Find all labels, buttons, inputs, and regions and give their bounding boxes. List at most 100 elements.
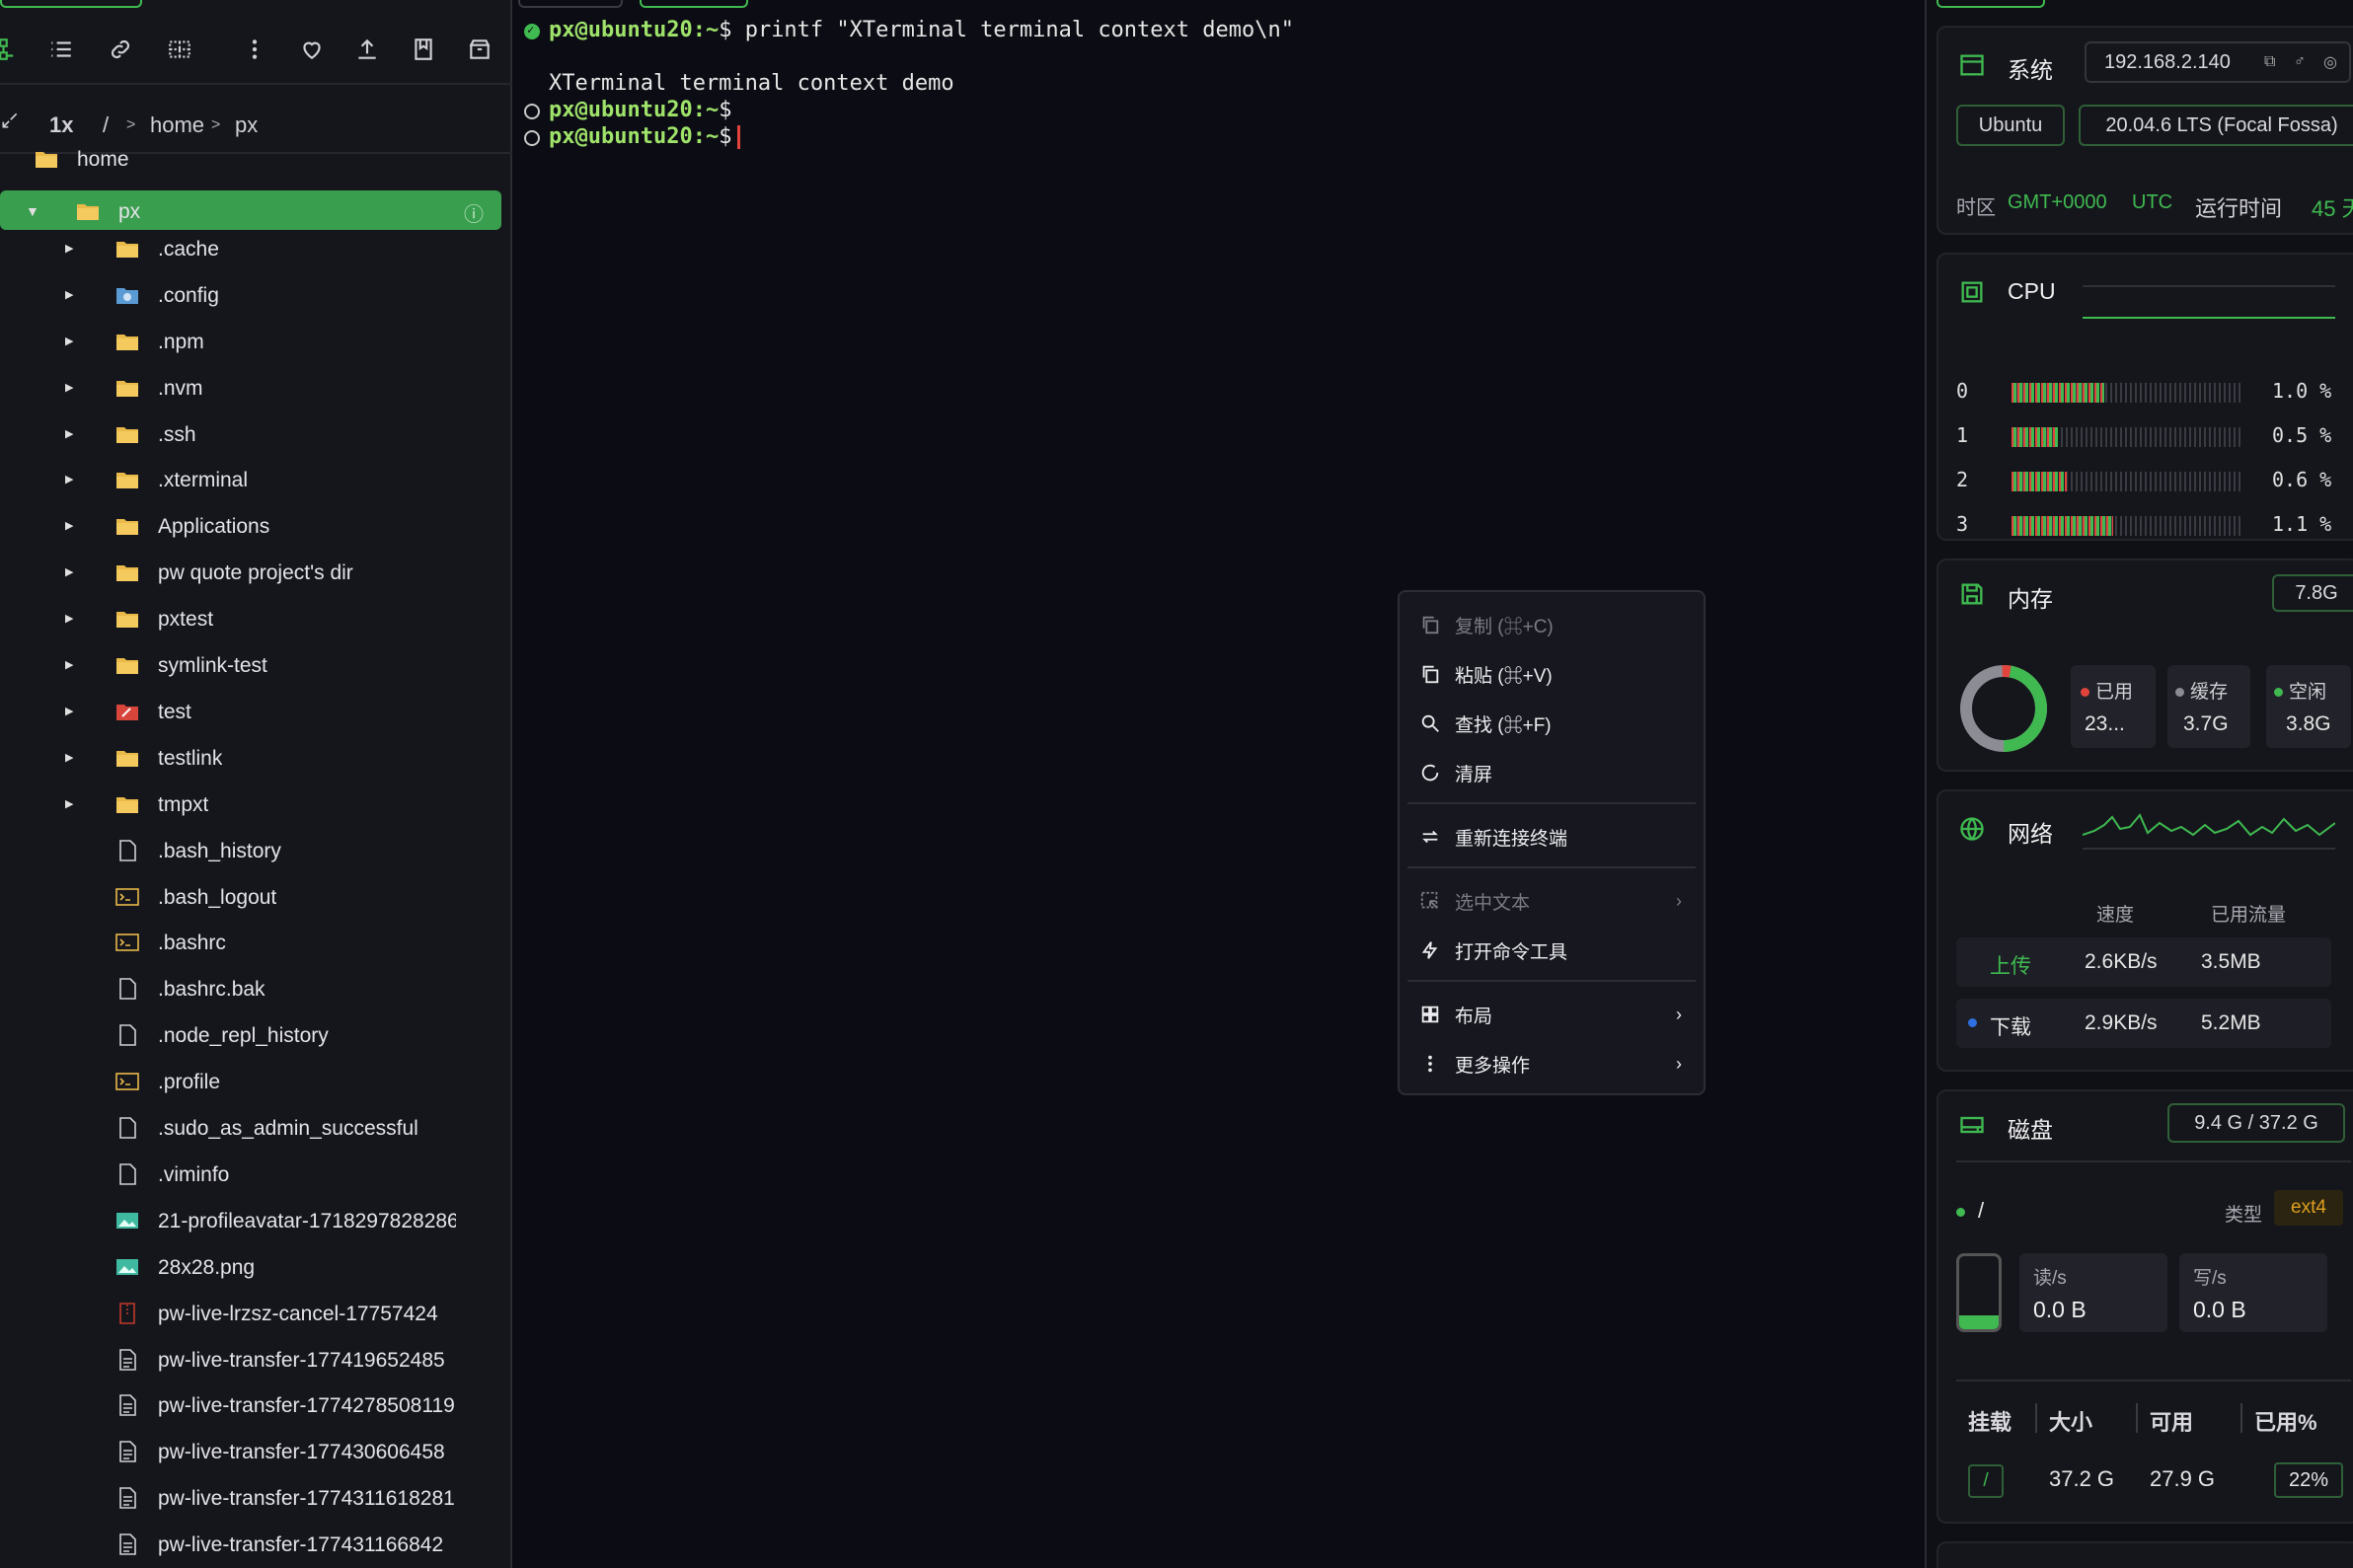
tree-item[interactable]: pw-live-transfer-177431166842 <box>0 1524 501 1567</box>
tree-item[interactable]: .bashrc.bak <box>0 968 501 1011</box>
zoom-level[interactable]: 1x <box>49 112 73 138</box>
tree-item[interactable]: .viminfo <box>0 1154 501 1197</box>
menu-item-reconnect[interactable]: 重新连接终端 <box>1400 814 1704 859</box>
tree-item-label: .bashrc <box>158 932 226 955</box>
archive-box-icon[interactable] <box>460 30 499 69</box>
collapse-arrow-icon[interactable]: ▶ <box>65 565 79 579</box>
copy-icon <box>1419 614 1441 635</box>
favorite-heart-icon[interactable] <box>292 30 332 69</box>
menu-item-open-cmd-tool[interactable]: 打开命令工具 <box>1400 928 1704 973</box>
tree-item-label: .bashrc.bak <box>158 978 266 1002</box>
tree-item[interactable]: pw-live-transfer-1774278508119 <box>0 1384 501 1428</box>
collapse-arrow-icon[interactable]: ▶ <box>65 335 79 348</box>
breadcrumb-px[interactable]: px <box>235 112 258 138</box>
tree-item[interactable]: .sudo_as_admin_successful <box>0 1107 501 1151</box>
tree-item[interactable]: ▶ test <box>0 691 501 734</box>
terminal-pane[interactable]: px@ubuntu20:~$ printf "XTerminal termina… <box>514 0 1925 1568</box>
disk-table-header-cell[interactable]: 挂载 <box>1968 1405 2011 1437</box>
terminal-tab-active[interactable] <box>640 0 748 8</box>
disk-table-header-cell[interactable]: 已用% <box>2254 1405 2317 1437</box>
tree-item[interactable]: ▶ symlink-test <box>0 644 501 688</box>
connect-icon[interactable]: ♂ <box>2294 53 2306 71</box>
tree-item[interactable]: .bash_history <box>0 830 501 873</box>
tree-item[interactable]: pw-live-transfer-177419652485 <box>0 1339 501 1382</box>
collapse-arrow-icon[interactable]: ▶ <box>65 381 79 395</box>
tree-item[interactable]: ▶ .ssh <box>0 413 501 457</box>
grid-select-icon[interactable] <box>160 30 199 69</box>
tree-item-label: pw quote project's dir <box>158 561 353 585</box>
breadcrumb-home[interactable]: home <box>150 112 204 138</box>
folder-icon <box>34 146 59 172</box>
tree-item-selected[interactable]: ▼ px ⓘ <box>0 190 501 230</box>
tree-view-icon[interactable] <box>0 30 30 69</box>
disk-table-header-cell[interactable]: 可用 <box>2150 1405 2193 1437</box>
tree-item[interactable]: pw-live-lrzsz-cancel-17757424 <box>0 1293 501 1336</box>
collapse-arrow-icon[interactable]: ▶ <box>65 751 79 765</box>
cpu-title: CPU <box>2008 278 2056 304</box>
tree-item[interactable]: ▶ pxtest <box>0 598 501 641</box>
disk-row-used: 22% <box>2274 1462 2343 1498</box>
menu-item-clear[interactable]: 清屏 <box>1400 750 1704 795</box>
column-divider <box>2136 1403 2138 1433</box>
monitor-tab[interactable] <box>1936 0 2045 8</box>
bookmark-icon[interactable] <box>404 30 443 69</box>
menu-item-layout[interactable]: 布局 › <box>1400 992 1704 1037</box>
copy-icon[interactable]: ⧉ <box>2264 53 2275 71</box>
info-icon[interactable]: ⓘ <box>464 198 484 227</box>
list-view-icon[interactable] <box>41 30 81 69</box>
ip-address-field[interactable]: 192.168.2.140 ⧉ ♂ ◎ <box>2085 41 2351 83</box>
collapse-arrow-icon[interactable]: ▶ <box>65 288 79 302</box>
tree-item[interactable]: ▶ tmpxt <box>0 784 501 827</box>
timezone-name: UTC <box>2132 191 2173 213</box>
tree-item[interactable]: ▶ .nvm <box>0 367 501 411</box>
tree-item[interactable]: 21-profileavatar-1718297828286 <box>0 1200 501 1243</box>
system-monitor-panel: 系统 192.168.2.140 ⧉ ♂ ◎ Ubuntu 20.04.6 LT… <box>1925 0 2353 1568</box>
tree-item[interactable]: pw-live-transfer-1774311618281 <box>0 1477 501 1521</box>
terminal-tab[interactable] <box>518 0 623 8</box>
more-vertical-icon[interactable] <box>235 30 274 69</box>
collapse-arrow-icon[interactable]: ▶ <box>65 519 79 533</box>
tree-item[interactable]: .bash_logout <box>0 876 501 920</box>
traffic-header: 已用流量 <box>2211 905 2287 926</box>
upload-icon[interactable] <box>347 30 387 69</box>
collapse-arrow-icon[interactable]: ▶ <box>65 612 79 626</box>
link-icon[interactable] <box>101 30 140 69</box>
menu-item-selected-text[interactable]: 选中文本 › <box>1400 878 1704 924</box>
memory-title: 内存 <box>2008 586 2053 612</box>
menu-item-paste[interactable]: 粘贴 (⌘+V) <box>1400 651 1704 697</box>
tree-item[interactable]: pw-live-transfer-177430606458 <box>0 1431 501 1474</box>
collapse-arrow-icon[interactable]: ▶ <box>65 242 79 256</box>
cpu-core-id: 1 <box>1956 423 1969 447</box>
prompt-dollar: $ <box>719 18 732 42</box>
collapse-arrow-icon[interactable]: ▶ <box>65 427 79 441</box>
tree-item[interactable]: ▶ .npm <box>0 321 501 364</box>
tree-item[interactable]: ▶ testlink <box>0 737 501 781</box>
tree-item[interactable]: ▶ pw quote project's dir <box>0 552 501 595</box>
tree-item[interactable]: ▶ .config <box>0 274 501 318</box>
tree-item[interactable]: ▶ Applications <box>0 505 501 549</box>
disk-row-mount[interactable]: / <box>1968 1464 2004 1498</box>
menu-item-copy[interactable]: 复制 (⌘+C) <box>1400 602 1704 647</box>
tree-item-label: .cache <box>158 237 219 261</box>
tree-item[interactable]: home <box>0 138 501 182</box>
tree-item[interactable]: .node_repl_history <box>0 1014 501 1058</box>
cpu-core-usage: 1.1 % <box>2272 512 2332 536</box>
tree-item[interactable]: ▶ .xterminal <box>0 459 501 502</box>
menu-item-more-actions[interactable]: 更多操作 › <box>1400 1041 1704 1086</box>
menu-item-find[interactable]: 查找 (⌘+F) <box>1400 701 1704 746</box>
collapse-icon[interactable] <box>0 111 20 136</box>
expand-arrow-icon[interactable]: ▼ <box>26 204 39 218</box>
tree-item-label: .bash_history <box>158 839 281 862</box>
folder-icon <box>114 467 140 492</box>
tree-item[interactable]: .bashrc <box>0 922 501 965</box>
tree-item[interactable]: 28x28.png <box>0 1246 501 1290</box>
disk-table-header-cell[interactable]: 大小 <box>2049 1405 2092 1437</box>
tree-item[interactable]: .profile <box>0 1061 501 1104</box>
tree-item[interactable]: ▶ .cache <box>0 228 501 271</box>
collapse-arrow-icon[interactable]: ▶ <box>65 473 79 486</box>
breadcrumb-root[interactable]: / <box>103 112 109 138</box>
collapse-arrow-icon[interactable]: ▶ <box>65 658 79 672</box>
collapse-arrow-icon[interactable]: ▶ <box>65 797 79 811</box>
settings-icon[interactable]: ◎ <box>2323 52 2337 72</box>
collapse-arrow-icon[interactable]: ▶ <box>65 705 79 718</box>
